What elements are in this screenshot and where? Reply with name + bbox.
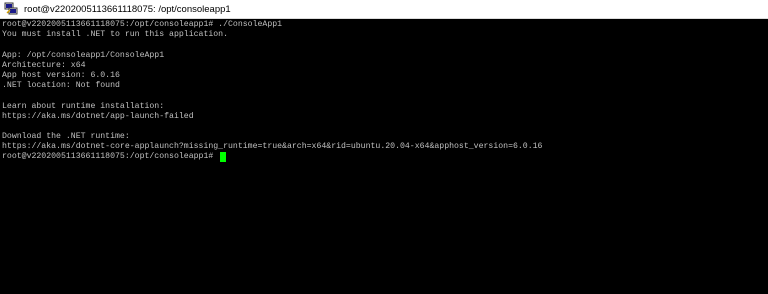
terminal-line: .NET location: Not found [2,81,120,91]
terminal-line: App: /opt/consoleapp1/ConsoleApp1 [2,50,165,60]
terminal-window: root@v2202005113661118075: /opt/consolea… [0,0,768,294]
terminal-line: You must install .NET to run this applic… [2,30,229,40]
text-cursor [220,152,227,163]
terminal-line: root@v2202005113661118075:/opt/consoleap… [2,20,283,29]
terminal-line: App host version: 6.0.16 [2,70,120,80]
title-bar[interactable]: root@v2202005113661118075: /opt/consolea… [0,0,768,19]
window-title: root@v2202005113661118075: /opt/consolea… [24,3,231,15]
terminal-line: https://aka.ms/dotnet/app-launch-failed [2,111,194,121]
terminal-line: Architecture: x64 [2,60,86,70]
shell-prompt: root@v2202005113661118075:/opt/consoleap… [2,152,219,162]
putty-terminal-icon[interactable] [4,2,18,16]
terminal-line: Learn about runtime installation: [2,101,165,111]
terminal-line: Download the .NET runtime: [2,132,130,142]
prompt-line[interactable]: root@v2202005113661118075:/opt/consoleap… [2,152,766,163]
terminal-line: https://aka.ms/dotnet-core-applaunch?mis… [2,142,543,152]
terminal-output[interactable]: root@v2202005113661118075:/opt/consoleap… [2,20,766,292]
